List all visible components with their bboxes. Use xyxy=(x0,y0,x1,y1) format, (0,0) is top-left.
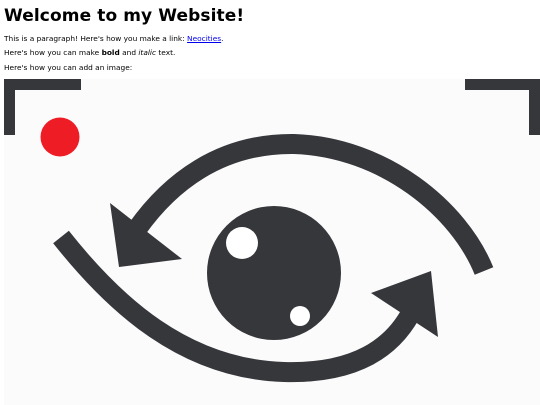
pupil-highlight-large xyxy=(226,227,258,259)
formatting-text-start: Here's how you can make xyxy=(4,48,102,57)
link-paragraph-end: . xyxy=(221,34,224,43)
italic-text: italic xyxy=(138,48,157,57)
neocities-link[interactable]: Neocities xyxy=(187,34,221,43)
pupil xyxy=(207,206,341,340)
eye-image xyxy=(4,79,540,405)
viewfinder-corners xyxy=(4,79,540,135)
link-paragraph: This is a paragraph! Here's how you make… xyxy=(4,34,223,44)
formatting-text-end: text. xyxy=(156,48,176,57)
bold-text: bold xyxy=(101,48,120,57)
corner-top-right-h xyxy=(465,79,540,90)
corner-top-left-h xyxy=(4,79,81,90)
record-dot-icon xyxy=(40,117,80,157)
image-paragraph: Here's how you can add an image: xyxy=(4,63,133,72)
formatting-paragraph: Here's how you can make bold and italic … xyxy=(4,48,175,58)
eye-with-arrows-icon xyxy=(4,79,540,383)
corner-top-left-v xyxy=(4,79,15,135)
link-paragraph-text: This is a paragraph! Here's how you make… xyxy=(4,34,188,43)
page-title: Welcome to my Website! xyxy=(4,6,245,26)
pupil-highlight-small xyxy=(290,306,310,326)
formatting-text-middle: and xyxy=(119,48,139,57)
corner-top-right-v xyxy=(529,79,540,135)
